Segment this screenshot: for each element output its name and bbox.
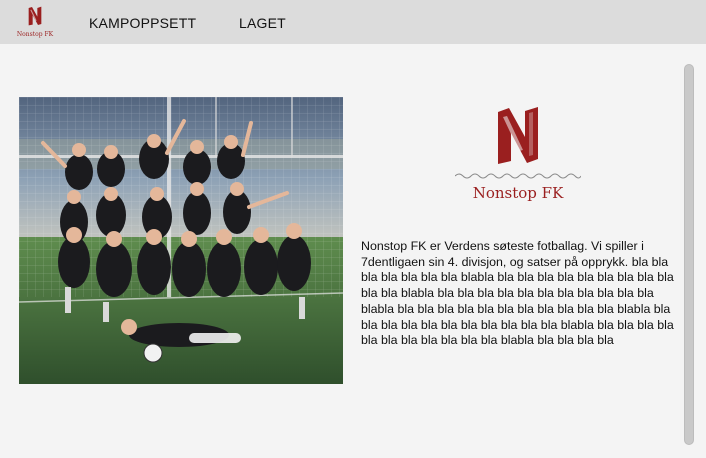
top-navigation-bar: Nonstop FK KAMPOPPSETT LAGET	[0, 0, 706, 44]
nonstop-n-logo-icon	[28, 6, 42, 26]
club-logo: Nonstop FK	[455, 102, 581, 206]
nav-link-laget[interactable]: LAGET	[239, 15, 286, 31]
wave-divider	[455, 173, 581, 179]
club-name: Nonstop FK	[472, 184, 564, 202]
team-photo	[19, 97, 343, 384]
vertical-scrollbar[interactable]	[684, 64, 694, 445]
club-intro-text: Nonstop FK er Verdens søteste fotballag.…	[361, 239, 674, 348]
brand-logo-link[interactable]: Nonstop FK	[16, 5, 54, 39]
brand-name: Nonstop FK	[16, 31, 54, 38]
nonstop-n-logo-icon	[498, 107, 538, 164]
nav-link-kampoppsett[interactable]: KAMPOPPSETT	[89, 15, 196, 31]
